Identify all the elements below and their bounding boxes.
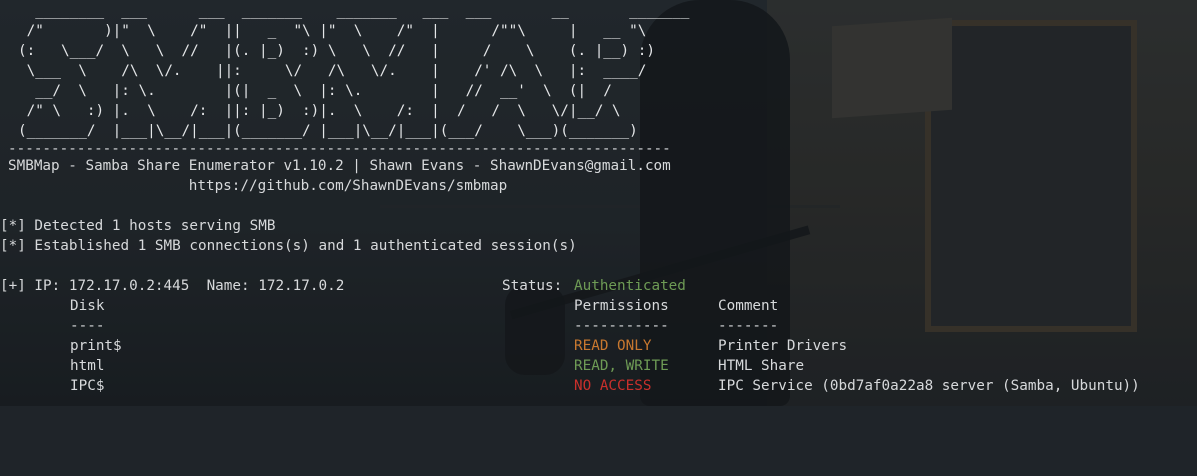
status-label: Status: [502,278,563,294]
banner-line-7: (_______/ |___|\__/|___|(_______/ |___|\… [18,123,638,139]
share-name: print$ [70,338,122,354]
table-row: print$ READ ONLY Printer Drivers [0,336,1197,356]
header-disk: Disk [70,298,105,314]
detect-line: [*] Detected 1 hosts serving SMB [0,218,276,234]
table-header-row: Disk Permissions Comment [0,296,1197,316]
share-name: IPC$ [70,378,105,394]
header-comment: Comment [718,298,779,314]
banner-line-5: __/ \ |: \. |(| _ \ |: \. | // __' \ (| … [18,83,612,99]
share-name: html [70,358,105,374]
host-info: [+] IP: 172.17.0.2:445 Name: 172.17.0.2 [0,278,345,294]
title-line: SMBMap - Samba Share Enumerator v1.10.2 … [8,158,671,174]
share-comment: HTML Share [718,358,805,374]
share-permission: READ ONLY [574,338,652,354]
share-permission: READ, WRITE [574,358,669,374]
url-line: https://github.com/ShawnDEvans/smbmap [8,178,508,194]
host-line: [+] IP: 172.17.0.2:445 Name: 172.17.0.2 … [0,276,1197,296]
table-row: IPC$ NO ACCESS IPC Service (0bd7af0a22a8… [0,376,1197,396]
table-row: html READ, WRITE HTML Share [0,356,1197,376]
banner-line-6: /" \ :) |. \ /: ||: |_) :)|. \ /: | / / … [18,103,621,119]
terminal-output[interactable]: ________ ___ ___ _______ _______ ___ ___… [0,0,1197,406]
underline-disk: ---- [70,318,105,334]
header-permissions: Permissions [574,298,669,314]
banner-line-1: ________ ___ ___ _______ _______ ___ ___… [18,3,690,19]
underline-comment: ------- [718,318,779,334]
share-comment: Printer Drivers [718,338,848,354]
banner-line-4: \___ \ /\ \/. ||: \/ /\ \/. | /' /\ \ |:… [18,63,647,79]
banner-line-3: (: \___/ \ \ // |(. |_) :) \ \ // | / \ … [18,43,655,59]
share-comment: IPC Service (0bd7af0a22a8 server (Samba,… [718,378,1140,394]
underline-permissions: ----------- [574,318,669,334]
share-permission: NO ACCESS [574,378,652,394]
table-underline-row: ---- ----------- ------- [0,316,1197,336]
established-line: [*] Established 1 SMB connections(s) and… [0,238,577,254]
banner-line-2: /" )|" \ /" || _ "\ |" \ /" | /""\ | __ … [18,23,647,39]
status-value: Authenticated [574,278,686,294]
